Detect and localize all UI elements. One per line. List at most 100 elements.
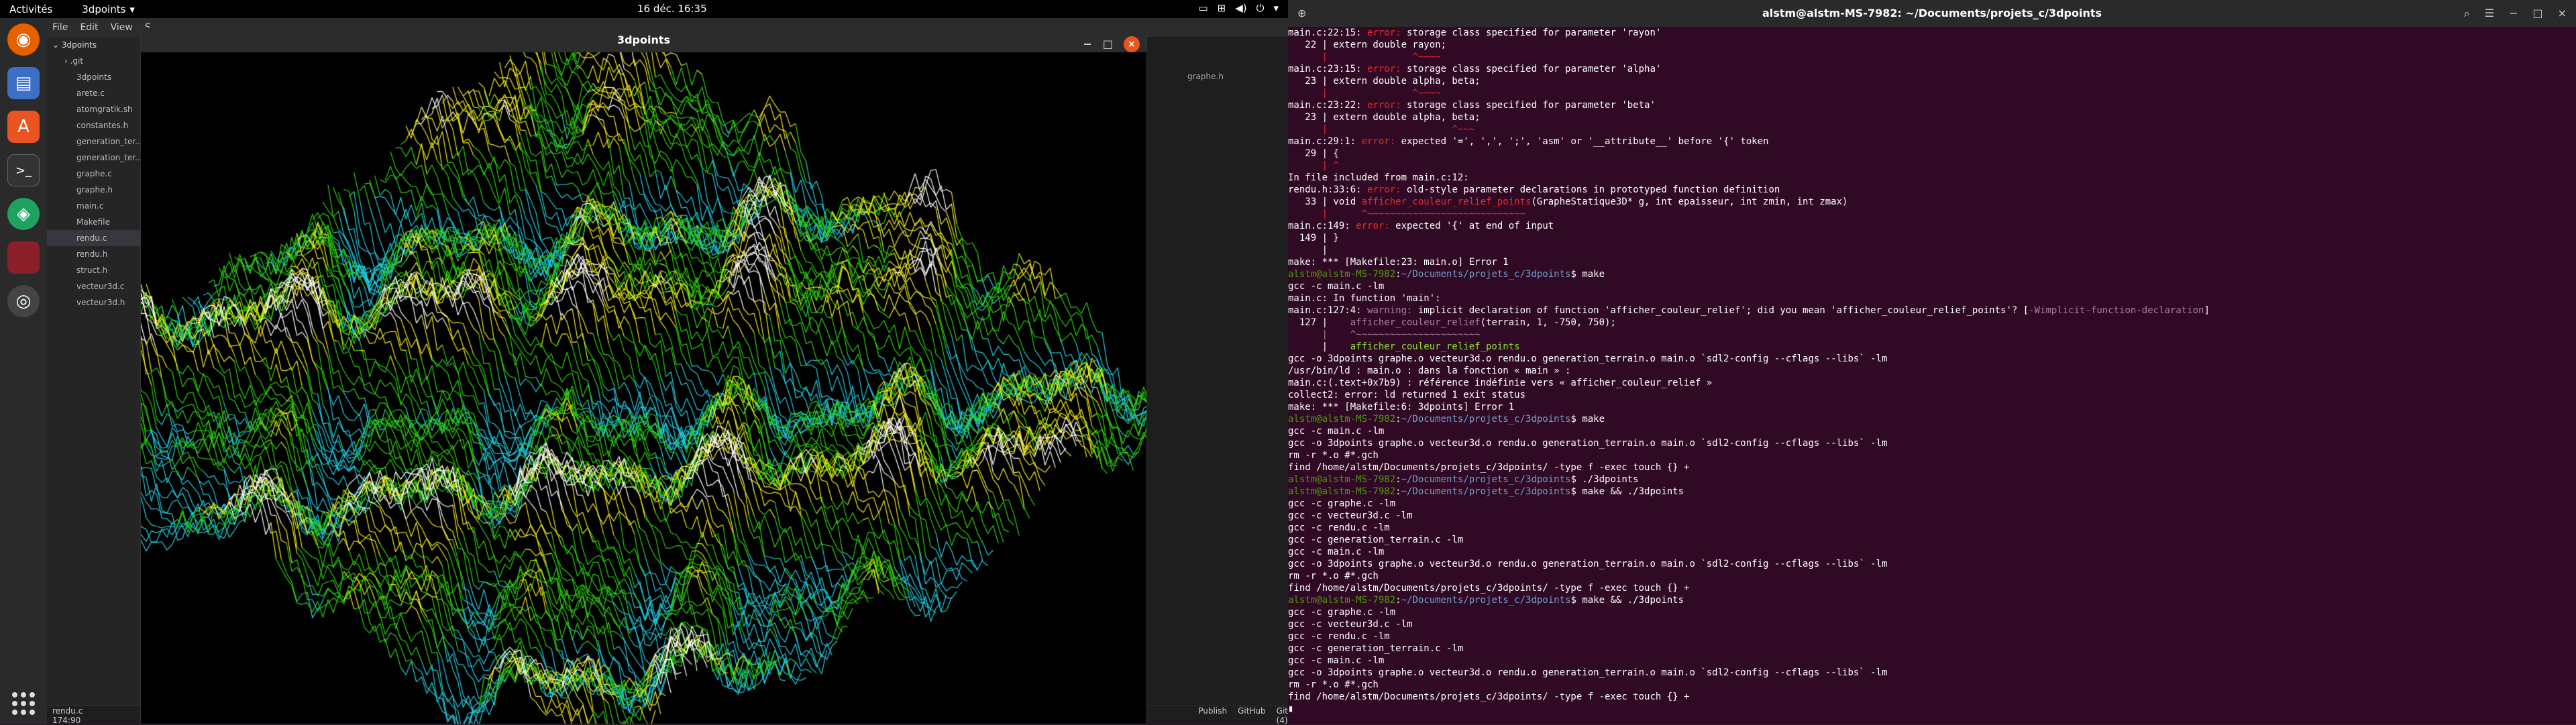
terminal-text: (GrapheStatique3D* g, int epaisseur, int… <box>1531 197 1848 207</box>
explorer-item[interactable]: rendu.h <box>47 246 141 262</box>
terminal-text: gcc -o 3dpoints graphe.o vecteur3d.o ren… <box>1288 559 1888 569</box>
terminal-text: -Wimplicit-function-declaration <box>2029 305 2204 316</box>
terminal-text: find /home/alstm/Documents/projets_c/3dp… <box>1288 691 1690 702</box>
terminal-line: alstm@alstm-MS-7982:~/Documents/projets_… <box>1288 594 2576 606</box>
activities-button[interactable]: Activités <box>9 3 52 15</box>
clock[interactable]: 16 déc. 16:35 <box>637 3 707 15</box>
terminal-line: find /home/alstm/Documents/projets_c/3dp… <box>1288 582 2576 594</box>
terminal-text: : <box>1395 486 1401 497</box>
explorer-item[interactable]: constantes.h <box>47 117 141 133</box>
explorer-item[interactable]: generation_ter... <box>47 133 143 150</box>
firefox-icon[interactable]: ◉ <box>7 23 40 56</box>
terminal-line: make: *** [Makefile:23: main.o] Error 1 <box>1288 256 2576 268</box>
explorer-item[interactable]: Makefile <box>47 214 141 230</box>
terminal-text: implicit declaration of function 'affich… <box>1417 305 2029 316</box>
terminal-line: gcc -c rendu.c -lm <box>1288 630 2576 643</box>
menu-view[interactable]: View <box>111 22 133 33</box>
terminal-text: storage class specified for parameter 'b… <box>1407 100 1656 111</box>
terminal-text: expected '=', ',', ';', 'asm' or '__attr… <box>1401 136 1769 147</box>
display-icon[interactable]: ▭ <box>1198 2 1208 14</box>
volume-icon[interactable]: ◀) <box>1235 2 1246 14</box>
explorer-item[interactable]: generation_ter... <box>47 150 143 166</box>
app-icon[interactable] <box>7 241 40 274</box>
terminal-text: main.c:23:22: <box>1288 100 1368 111</box>
terminal-titlebar[interactable]: ⊕ alstm@alstm-MS-7982: ~/Documents/proje… <box>1288 0 2576 27</box>
window-titlebar[interactable]: 3dpoints − □ × <box>141 28 1146 52</box>
file-explorer: ⌄ 3dpoints › .git 3dpoints arete.c atomgrati… <box>47 37 143 708</box>
publish-button[interactable]: Publish <box>1198 706 1227 725</box>
show-apps-icon[interactable] <box>12 692 35 715</box>
explorer-item[interactable]: ⌄ 3dpoints <box>47 37 141 53</box>
terminal-line: | ^~~~~ <box>1288 51 2576 63</box>
minimize-icon[interactable]: − <box>2509 0 2518 27</box>
github-button[interactable]: GitHub <box>1238 706 1266 725</box>
terminal-icon[interactable]: >_ <box>7 154 40 186</box>
terminal-text: alstm@alstm-MS-7982 <box>1288 486 1396 497</box>
explorer-item[interactable]: › .git <box>47 53 141 69</box>
close-icon[interactable]: × <box>2558 0 2567 27</box>
terminal-text: make: *** [Makefile:23: main.o] Error 1 <box>1288 257 1509 268</box>
terminal-output[interactable]: main.c:22:15: error: storage class speci… <box>1288 27 2576 724</box>
explorer-item[interactable]: vecteur3d.c <box>47 278 141 294</box>
terminal-text: afficher_couleur_relief_points <box>1350 341 1520 352</box>
editor-tab[interactable]: graphe.h <box>1187 72 1224 81</box>
software-icon[interactable]: A <box>7 111 40 143</box>
terminal-text: $ make <box>1570 269 1605 280</box>
explorer-item[interactable]: vecteur3d.h <box>47 294 141 311</box>
terminal-line: 23 | extern double alpha, beta; <box>1288 111 2576 123</box>
gitkraken-icon[interactable]: ◈ <box>7 198 40 230</box>
terminal-line: 127 | afficher_couleur_relief(terrain, 1… <box>1288 317 2576 329</box>
minimize-icon[interactable]: − <box>1083 32 1091 56</box>
terminal-line: rm -r *.o #*.gch <box>1288 570 2576 582</box>
explorer-item[interactable]: graphe.h <box>47 182 141 198</box>
terminal-text: | ^ <box>1288 160 1339 171</box>
menu-file[interactable]: File <box>52 22 68 33</box>
terminal-text: main.c:(.text+0x7b9) : référence indéfin… <box>1288 378 1713 388</box>
terminal-text: | ^~~~~ <box>1288 88 1441 99</box>
network-icon[interactable]: ⊞ <box>1218 2 1226 14</box>
terminal-text: main.c:127:4: <box>1288 305 1368 316</box>
power-icon[interactable]: ⏻ <box>1256 2 1265 14</box>
system-tray[interactable]: ▭ ⊞ ◀) ⏻ ▾ <box>1198 2 1279 14</box>
terminal-text: main.c:149: <box>1288 221 1356 231</box>
new-tab-icon[interactable]: ⊕ <box>1297 0 1306 27</box>
search-icon[interactable]: ⌕ <box>2464 0 2470 27</box>
terminal-line: | <box>1288 244 2576 256</box>
close-icon[interactable]: × <box>1124 36 1140 52</box>
menu-edit[interactable]: Edit <box>80 22 98 33</box>
files-icon[interactable]: ▤ <box>7 67 40 99</box>
explorer-item[interactable]: atomgratik.sh <box>47 101 141 117</box>
maximize-icon[interactable]: □ <box>2532 0 2542 27</box>
terminal-text: : <box>1395 269 1401 280</box>
explorer-item[interactable]: graphe.c <box>47 166 141 182</box>
explorer-item[interactable]: rendu.c <box>47 230 141 246</box>
app-menu[interactable]: 3dpoints ▾ <box>82 3 135 15</box>
terminal-line: main.c:(.text+0x7b9) : référence indéfin… <box>1288 377 2576 389</box>
terminal-line: rm -r *.o #*.gch <box>1288 679 2576 691</box>
terminal-text: 127 | <box>1288 317 1350 328</box>
dock: ◉ ▤ A >_ ◈ ◎ <box>0 18 47 724</box>
terminal-text: gcc -c rendu.c -lm <box>1288 522 1390 533</box>
git-button[interactable]: Git (4) <box>1277 706 1288 725</box>
terminal-text: 33 | void <box>1288 197 1362 207</box>
terminal-text: find /home/alstm/Documents/projets_c/3dp… <box>1288 583 1690 594</box>
terminal-line: In file included from main.c:12: <box>1288 172 2576 184</box>
terminal-text: warning: <box>1367 305 1418 316</box>
chevron-down-icon[interactable]: ▾ <box>1273 2 1279 14</box>
explorer-item[interactable]: main.c <box>47 198 141 214</box>
sdl-window: 3dpoints − □ × <box>140 27 1147 724</box>
terminal-line: rm -r *.o #*.gch <box>1288 449 2576 461</box>
terminal-text: gcc -c main.c -lm <box>1288 426 1385 437</box>
maximize-icon[interactable]: □ <box>1103 32 1113 56</box>
terminal-text: | ^~~~~ <box>1288 52 1441 62</box>
terminal-text: gcc -c graphe.c -lm <box>1288 498 1396 509</box>
explorer-item[interactable]: struct.h <box>47 262 141 278</box>
explorer-item[interactable]: 3dpoints <box>47 69 141 85</box>
disc-icon[interactable]: ◎ <box>7 285 40 317</box>
menu-icon[interactable]: ☰ <box>2485 0 2494 27</box>
explorer-item[interactable]: arete.c <box>47 85 141 101</box>
terminal-line: 22 | extern double rayon; <box>1288 39 2576 51</box>
terminal-text: gcc -o 3dpoints graphe.o vecteur3d.o ren… <box>1288 667 1888 678</box>
terrain-render[interactable] <box>141 52 1146 724</box>
terminal-text: find /home/alstm/Documents/projets_c/3dp… <box>1288 462 1690 473</box>
